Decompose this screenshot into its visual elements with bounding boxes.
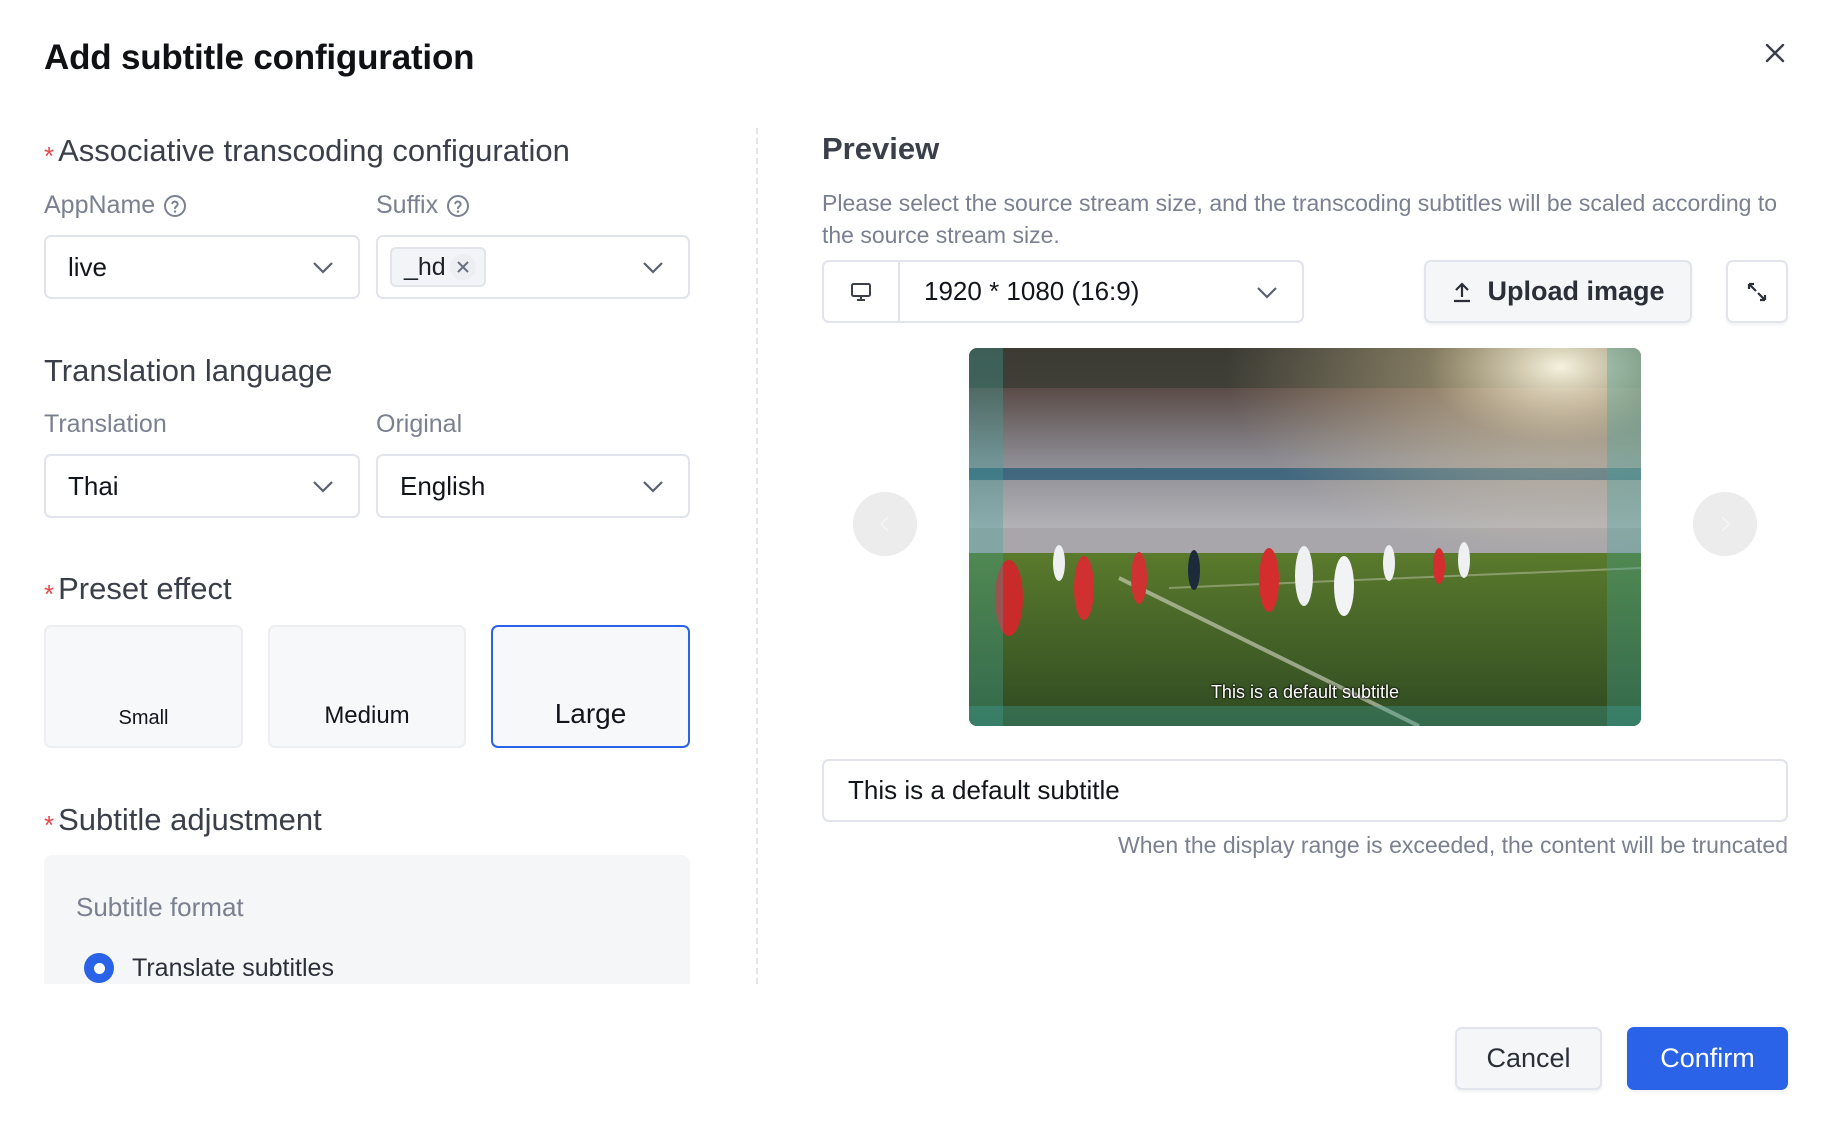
- radio-translate-subtitles[interactable]: Translate subtitles: [84, 953, 334, 983]
- upload-icon: [1454, 281, 1471, 302]
- radio-checked-icon: [84, 953, 114, 983]
- adjustment-section-title: * Subtitle adjustment: [44, 802, 322, 840]
- chevron-down-icon: [643, 481, 663, 493]
- original-value: English: [400, 470, 486, 501]
- subtitle-adjustment-panel: Subtitle format Translate subtitles: [44, 855, 690, 984]
- cancel-label: Cancel: [1486, 1043, 1571, 1073]
- monitor-icon-box: [824, 262, 900, 321]
- chevron-down-icon: [643, 262, 663, 274]
- stream-size-value: 1920 * 1080 (16:9): [924, 276, 1140, 306]
- appname-label: AppName: [44, 191, 187, 220]
- transcoding-section-title: * Associative transcoding configuration: [44, 133, 570, 171]
- translation-label: Translation: [44, 410, 167, 438]
- preview-title-text: Preview: [822, 131, 940, 166]
- appname-select[interactable]: live: [44, 235, 360, 299]
- preset-option-label: Medium: [324, 702, 410, 729]
- upload-image-button[interactable]: Upload image: [1424, 260, 1692, 323]
- stream-size-select[interactable]: 1920 * 1080 (16:9): [822, 260, 1304, 323]
- required-marker: *: [44, 141, 55, 171]
- remove-tag-button[interactable]: [449, 254, 476, 280]
- next-image-button[interactable]: [1693, 492, 1757, 556]
- chevron-right-icon: [1721, 516, 1731, 532]
- appname-value: live: [68, 251, 108, 282]
- suffix-label-text: Suffix: [376, 191, 439, 219]
- translation-value: Thai: [68, 470, 119, 501]
- preview-description: Please select the source stream size, an…: [822, 190, 1778, 248]
- confirm-label: Confirm: [1660, 1043, 1755, 1073]
- help-icon[interactable]: [163, 194, 187, 218]
- translation-select[interactable]: Thai: [44, 454, 360, 518]
- preview-image: This is a default subtitle: [969, 348, 1641, 726]
- translation-section-title: Translation language: [44, 353, 332, 389]
- required-marker: *: [44, 810, 55, 840]
- subtitle-input-value: This is a default subtitle: [848, 775, 1120, 805]
- preset-option-medium[interactable]: Medium: [268, 625, 466, 748]
- required-marker: *: [44, 579, 55, 609]
- prev-image-button[interactable]: [853, 492, 917, 556]
- transcoding-title-text: Associative transcoding configuration: [58, 133, 570, 168]
- suffix-tag: _hd: [390, 247, 486, 287]
- expand-button[interactable]: [1726, 260, 1788, 323]
- chevron-left-icon: [879, 516, 889, 532]
- preset-option-small[interactable]: Small: [44, 625, 243, 748]
- help-icon[interactable]: [446, 194, 470, 218]
- column-divider: [756, 128, 758, 984]
- subtitle-format-label: Subtitle format: [76, 892, 244, 922]
- close-button[interactable]: [1760, 38, 1790, 68]
- chevron-down-icon: [313, 262, 333, 274]
- dialog-title: Add subtitle configuration: [44, 38, 475, 77]
- suffix-select[interactable]: _hd: [376, 235, 690, 299]
- radio-label: Translate subtitles: [132, 953, 334, 982]
- original-label: Original: [376, 410, 463, 438]
- preset-option-label: Small: [118, 707, 169, 729]
- close-icon: [1765, 43, 1785, 63]
- appname-label-text: AppName: [44, 191, 156, 219]
- cancel-button[interactable]: Cancel: [1455, 1027, 1602, 1090]
- truncation-hint: When the display range is exceeded, the …: [1118, 832, 1788, 858]
- adjustment-title-text: Subtitle adjustment: [58, 802, 322, 837]
- stadium-image: [969, 348, 1641, 726]
- overlay-subtitle: This is a default subtitle: [1210, 682, 1400, 702]
- preset-option-large[interactable]: Large: [491, 625, 690, 748]
- preset-section-title: * Preset effect: [44, 571, 232, 609]
- confirm-button[interactable]: Confirm: [1627, 1027, 1788, 1090]
- preview-title: Preview: [822, 131, 939, 167]
- expand-icon: [1747, 282, 1767, 301]
- suffix-tag-label: _hd: [404, 252, 446, 281]
- original-select[interactable]: English: [376, 454, 690, 518]
- translation-title-text: Translation language: [44, 353, 333, 388]
- preset-option-label: Large: [554, 698, 627, 729]
- suffix-label: Suffix: [376, 191, 470, 220]
- chevron-down-icon: [313, 481, 333, 493]
- close-icon: [457, 261, 469, 273]
- preset-title-text: Preset effect: [58, 571, 232, 606]
- chevron-down-icon: [1257, 286, 1277, 299]
- upload-image-label: Upload image: [1487, 276, 1665, 306]
- subtitle-text-input[interactable]: This is a default subtitle: [822, 759, 1788, 822]
- monitor-icon: [851, 282, 871, 301]
